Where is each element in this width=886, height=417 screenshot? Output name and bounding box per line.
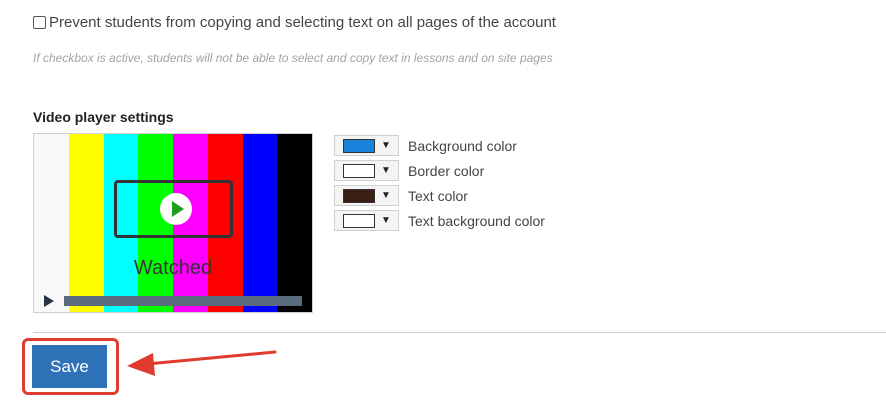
color-row-text: ▼ Text color — [334, 183, 545, 208]
prevent-copy-checkbox[interactable] — [33, 16, 46, 29]
color-bar — [277, 134, 312, 312]
color-row-background: ▼ Background color — [334, 133, 545, 158]
color-bar — [242, 134, 278, 312]
video-player-title: Video player settings — [33, 109, 174, 125]
dropdown-arrow-icon: ▼ — [381, 190, 391, 201]
play-circle — [160, 193, 192, 225]
color-row-border: ▼ Border color — [334, 158, 545, 183]
background-color-picker[interactable]: ▼ — [334, 135, 399, 156]
text-background-color-picker[interactable]: ▼ — [334, 210, 399, 231]
dropdown-arrow-icon: ▼ — [381, 165, 391, 176]
color-bar — [68, 134, 104, 312]
background-color-label: Background color — [408, 137, 517, 154]
color-row-text-background: ▼ Text background color — [334, 208, 545, 233]
video-player-preview: Watched — [33, 133, 313, 313]
play-button-frame — [114, 180, 233, 238]
prevent-copy-label[interactable]: Prevent students from copying and select… — [49, 14, 556, 31]
prevent-copy-hint: If checkbox is active, students will not… — [33, 51, 553, 65]
progress-bar — [64, 296, 302, 306]
play-icon — [172, 201, 184, 217]
color-settings: ▼ Background color ▼ Border color ▼ Text… — [334, 133, 545, 233]
text-color-label: Text color — [408, 187, 468, 204]
color-swatch — [343, 138, 375, 153]
dropdown-arrow-icon: ▼ — [381, 215, 391, 226]
annotation-arrow-icon — [127, 350, 277, 376]
watched-label: Watched — [133, 257, 213, 279]
dropdown-arrow-icon: ▼ — [381, 140, 391, 151]
prevent-copy-row: Prevent students from copying and select… — [33, 14, 556, 31]
border-color-picker[interactable]: ▼ — [334, 160, 399, 181]
text-background-color-label: Text background color — [408, 212, 545, 229]
color-bar — [34, 134, 69, 312]
control-play-icon — [44, 295, 54, 307]
divider — [33, 332, 886, 333]
text-color-picker[interactable]: ▼ — [334, 185, 399, 206]
color-swatch — [343, 163, 375, 178]
color-swatch — [343, 213, 375, 228]
border-color-label: Border color — [408, 162, 485, 179]
color-swatch — [343, 188, 375, 203]
save-button[interactable]: Save — [32, 345, 107, 388]
